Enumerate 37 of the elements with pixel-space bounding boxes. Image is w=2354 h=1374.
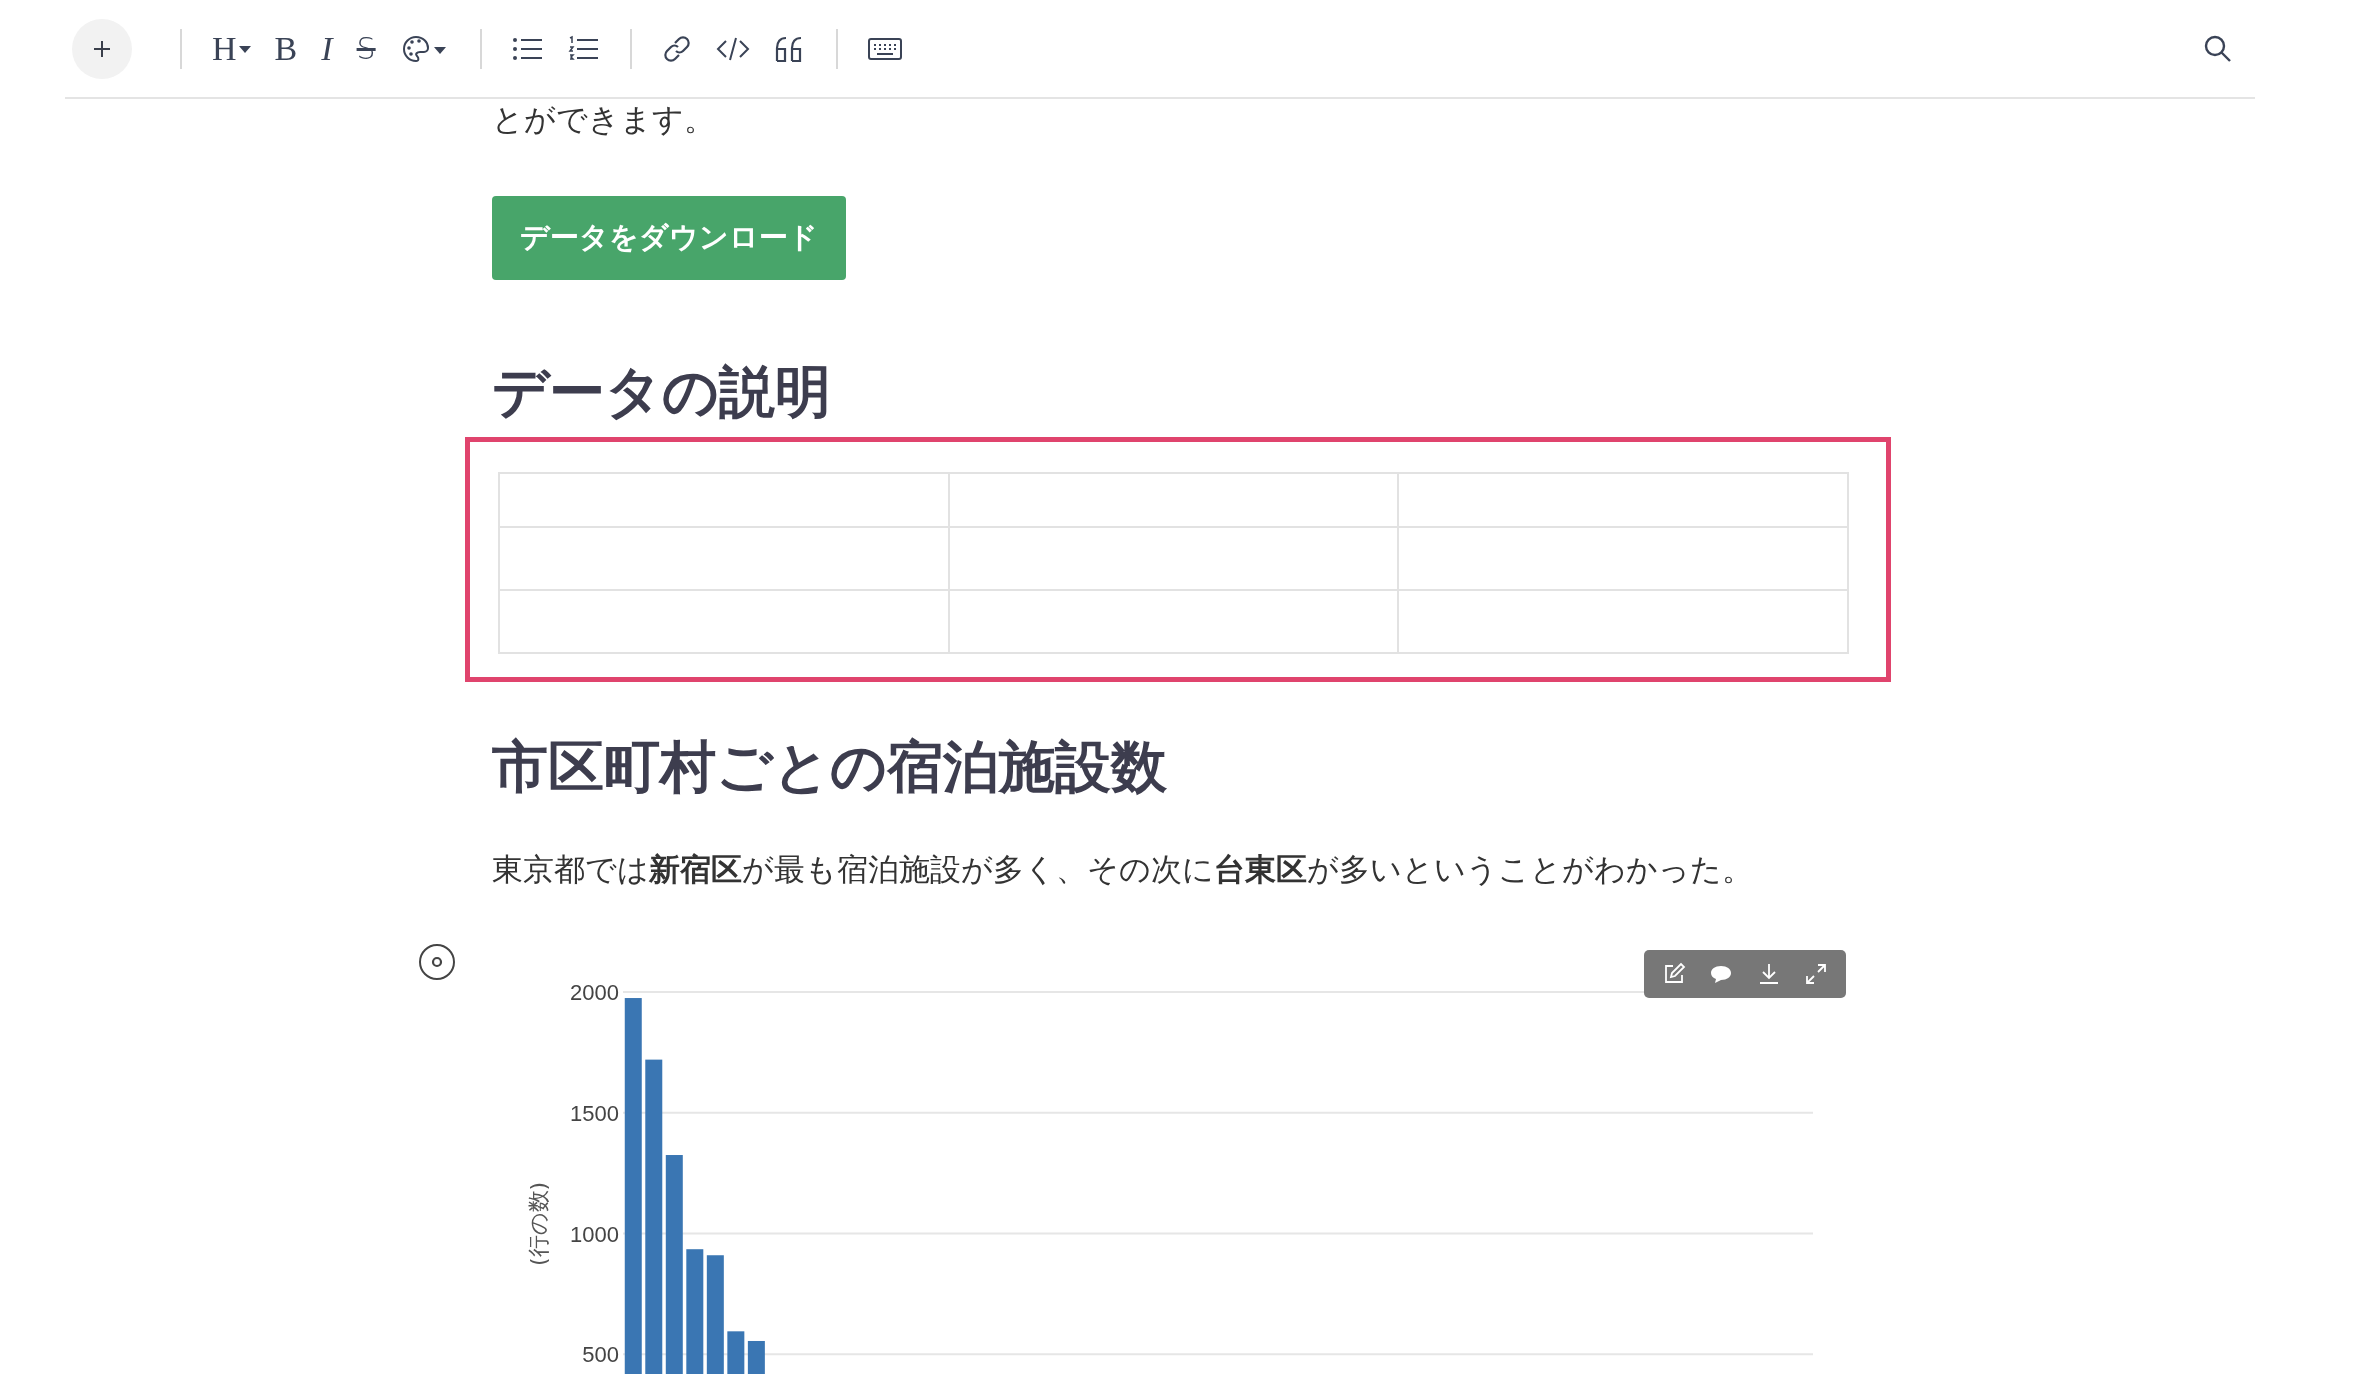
link-icon[interactable] bbox=[661, 33, 692, 64]
paragraph-text: とができます。 bbox=[492, 100, 716, 139]
target-icon[interactable] bbox=[417, 942, 457, 982]
bar[interactable] bbox=[665, 1155, 683, 1374]
table-block[interactable] bbox=[465, 437, 1891, 682]
caret-icon bbox=[238, 44, 251, 53]
heading-button[interactable]: H bbox=[212, 29, 251, 68]
bar[interactable] bbox=[645, 1059, 663, 1374]
axis-tick-label: 1000 bbox=[570, 1221, 619, 1247]
numbered-list-icon[interactable] bbox=[567, 34, 600, 63]
bar[interactable] bbox=[624, 998, 642, 1374]
axis-tick-label: 1500 bbox=[570, 1100, 619, 1126]
section-heading: 市区町村ごとの宿泊施設数 bbox=[492, 733, 1168, 801]
table-cell[interactable] bbox=[1398, 590, 1848, 653]
table-cell[interactable] bbox=[499, 527, 949, 590]
bar[interactable] bbox=[686, 1249, 704, 1374]
keyboard-icon[interactable] bbox=[867, 36, 902, 61]
italic-button[interactable]: I bbox=[321, 29, 333, 68]
table-cell[interactable] bbox=[948, 590, 1399, 653]
table-cell[interactable] bbox=[1398, 473, 1848, 527]
bar[interactable] bbox=[747, 1341, 765, 1374]
axis-tick-label: 2000 bbox=[570, 980, 619, 1005]
expand-icon[interactable] bbox=[1804, 962, 1829, 986]
axis-title: (行の数) bbox=[526, 1181, 551, 1267]
search-icon[interactable] bbox=[2203, 33, 2233, 64]
section-heading: データの説明 bbox=[492, 358, 832, 426]
strikethrough-button[interactable]: S bbox=[356, 31, 376, 66]
table-cell[interactable] bbox=[948, 473, 1399, 527]
table-cell[interactable] bbox=[948, 527, 1399, 590]
table-cell[interactable] bbox=[499, 590, 949, 653]
axis-tick-label: 500 bbox=[582, 1342, 619, 1368]
bar[interactable] bbox=[727, 1331, 745, 1374]
paragraph-text: 東京都では新宿区が最も宿泊施設が多く、その次に台東区が多いということがわかった。 bbox=[492, 850, 1754, 889]
bold-button[interactable]: B bbox=[274, 29, 298, 68]
table-cell[interactable] bbox=[1398, 527, 1848, 590]
bar[interactable] bbox=[706, 1255, 724, 1374]
table-cell[interactable] bbox=[499, 473, 949, 527]
